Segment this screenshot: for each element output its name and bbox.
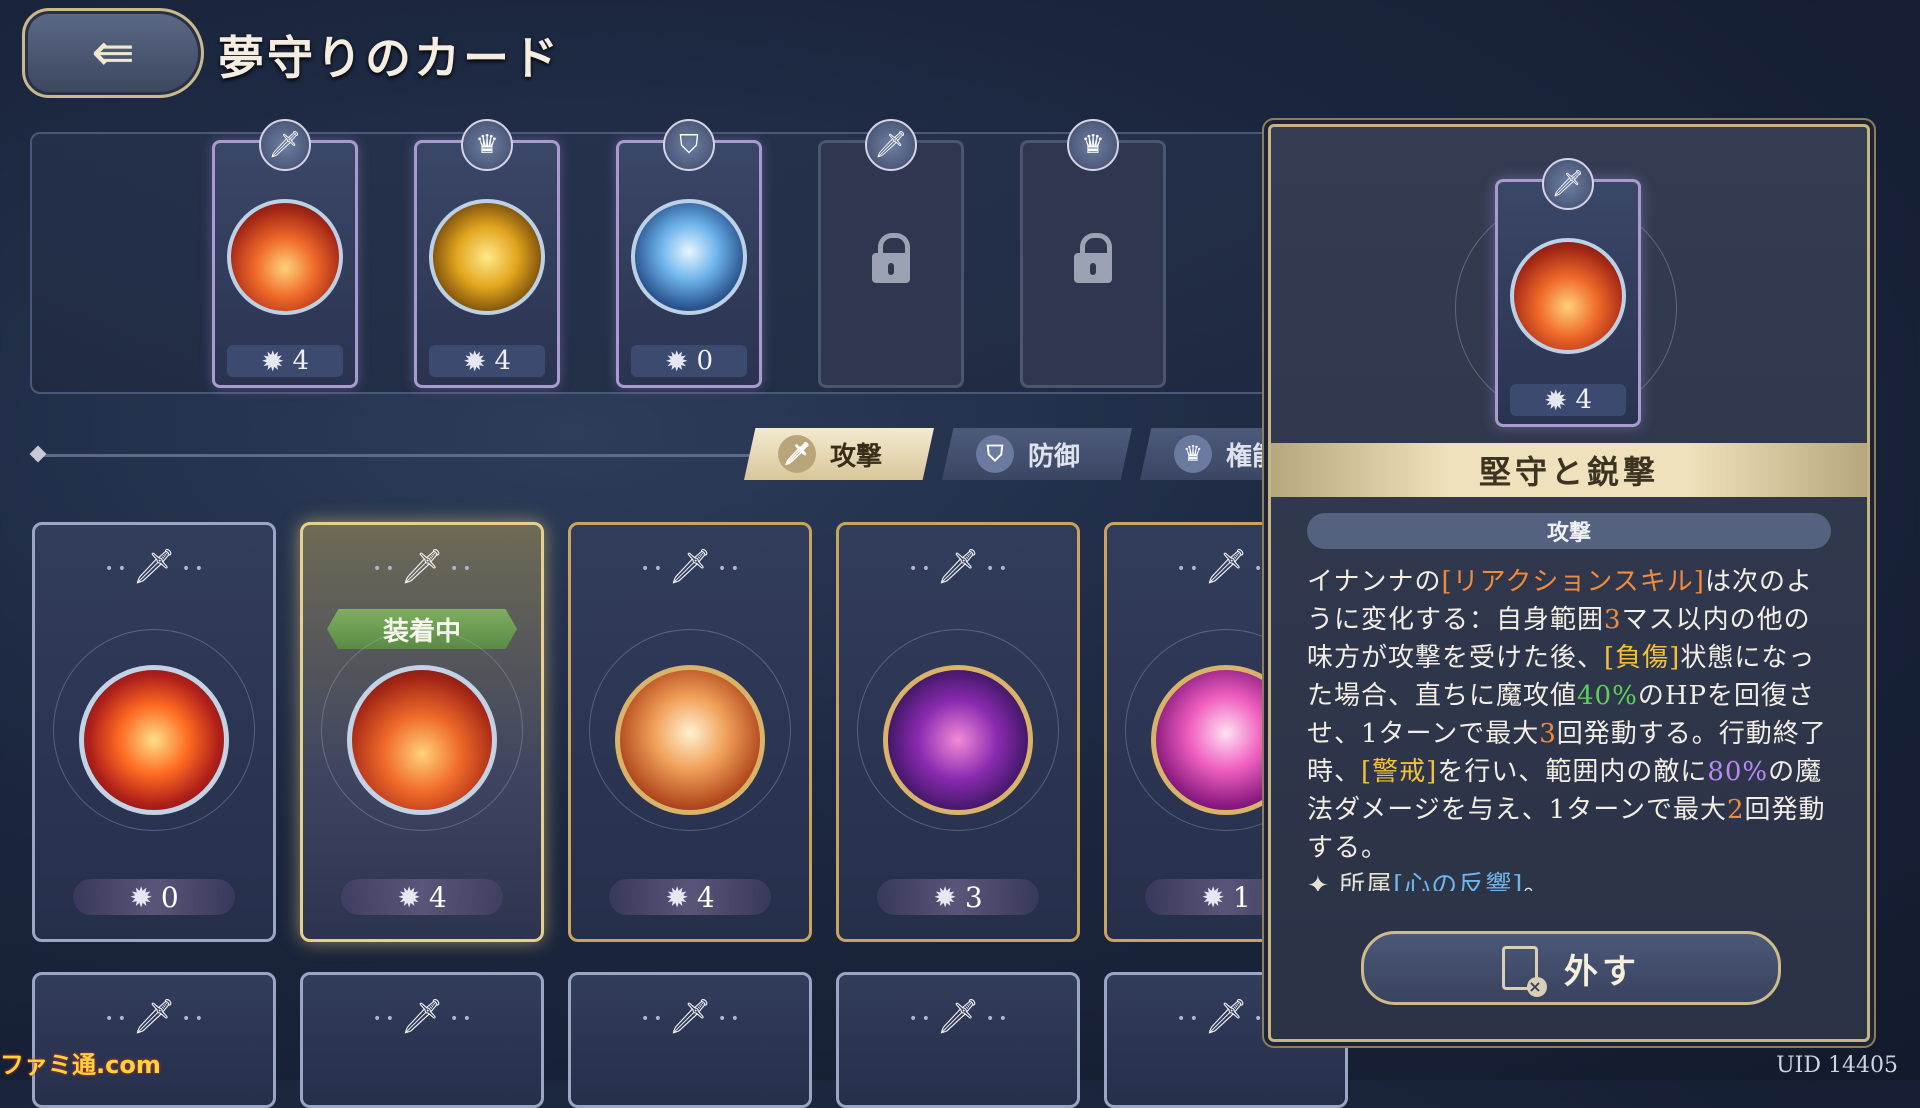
sword-icon: 🗡 xyxy=(865,119,917,171)
tab-defense[interactable]: ⛉ 防御 xyxy=(942,428,1132,480)
detail-card-preview: 🗡 ✹ 4 xyxy=(1495,158,1641,427)
description-segment: イナンナの xyxy=(1307,567,1442,597)
cost-icon: ✹ xyxy=(462,344,487,378)
sword-icon: 🗡 xyxy=(936,997,980,1037)
detail-cost: ✹ 4 xyxy=(1510,383,1626,417)
crown-icon: ♛ xyxy=(461,119,513,171)
tab-label: 攻撃 xyxy=(830,441,883,472)
description-segment: [警戒] xyxy=(1361,757,1438,787)
equipped-slot-3[interactable]: ⛉ ✹ 0 xyxy=(616,119,762,388)
shield-icon: ⛉ xyxy=(663,119,715,171)
locked-slot-5[interactable]: ♛ xyxy=(1020,119,1166,388)
description-segment: 2 xyxy=(1726,795,1745,825)
crown-icon: ♛ xyxy=(1174,435,1212,473)
card-description: イナンナの[リアクションスキル]は次のように変化する：自身範囲3マス以内の他の味… xyxy=(1307,563,1833,891)
sword-icon: 🗡 xyxy=(936,547,980,587)
tab-label: 防御 xyxy=(1028,441,1081,472)
description-segment: 80% xyxy=(1707,757,1769,787)
card-art-fire-flower xyxy=(347,665,497,815)
card-item-4[interactable]: • • • • 🗡 ✹ 3 xyxy=(836,522,1080,942)
tab-divider xyxy=(36,454,756,457)
card-item-8[interactable]: • • • • 🗡 xyxy=(568,972,812,1108)
sword-icon: 🗡 xyxy=(1542,158,1594,210)
cost-icon: ✹ xyxy=(397,880,421,914)
card-item-1[interactable]: • • • • 🗡 ✹ 0 xyxy=(32,522,276,942)
cost-icon: ✹ xyxy=(665,880,689,914)
card-cost: ✹ 3 xyxy=(877,879,1039,915)
card-art-ice-spikes xyxy=(631,199,747,315)
sword-icon: 🗡 xyxy=(668,997,712,1037)
description-segment: を行い、範囲内の敵に xyxy=(1437,757,1708,787)
affiliation: ✦ 所属[心の反響]。 xyxy=(1307,871,1551,891)
shield-icon: ⛉ xyxy=(976,435,1014,473)
card-art-flame xyxy=(79,665,229,815)
remove-label: 外す xyxy=(1564,951,1640,992)
card-art-fire-flower xyxy=(1510,238,1626,354)
slot-cost: ✹ 0 xyxy=(631,344,747,378)
description-segment: 40% xyxy=(1577,681,1638,711)
card-cost: ✹ 4 xyxy=(609,879,771,915)
lock-icon xyxy=(872,233,910,283)
card-type-label: 攻撃 xyxy=(1307,513,1831,549)
card-item-6[interactable]: • • • • 🗡 xyxy=(32,972,276,1108)
cost-icon: ✹ xyxy=(1543,383,1568,417)
card-art-gold-sword xyxy=(429,199,545,315)
card-art-fire-flower xyxy=(227,199,343,315)
card-cost: ✹ 0 xyxy=(73,879,235,915)
cost-icon: ✹ xyxy=(1201,880,1225,914)
watermark-logo: ファミ通.com xyxy=(0,1051,161,1079)
sword-icon: 🗡 xyxy=(668,547,712,587)
card-item-3[interactable]: • • • • 🗡 ✹ 4 xyxy=(568,522,812,942)
sword-icon: 🗡 xyxy=(259,119,311,171)
description-segment: 3 xyxy=(1539,719,1557,749)
equipped-slot-2[interactable]: ♛ ✹ 4 xyxy=(414,119,560,388)
description-segment: [負傷] xyxy=(1604,643,1681,673)
remove-button[interactable]: 外す xyxy=(1361,931,1781,1005)
description-segment: 3 xyxy=(1604,605,1622,635)
card-item-9[interactable]: • • • • 🗡 xyxy=(836,972,1080,1108)
unequip-icon xyxy=(1502,946,1547,997)
user-id: UID 14405 xyxy=(1776,1053,1898,1078)
cost-icon: ✹ xyxy=(933,880,957,914)
equipped-slot-1[interactable]: 🗡 ✹ 4 xyxy=(212,119,358,388)
sword-icon: 🗡 xyxy=(400,997,444,1037)
slot-cost: ✹ 4 xyxy=(429,344,545,378)
slot-cost: ✹ 4 xyxy=(227,344,343,378)
sword-icon: 🗡 xyxy=(1204,547,1248,587)
card-cost: ✹ 4 xyxy=(341,879,503,915)
lock-icon xyxy=(1074,233,1112,283)
locked-slot-4[interactable]: 🗡 xyxy=(818,119,964,388)
cost-icon: ✹ xyxy=(664,344,689,378)
sword-icon: 🗡 xyxy=(132,997,176,1037)
back-button[interactable]: ⇚ xyxy=(22,8,204,98)
card-item-2[interactable]: • • • • 🗡 装着中 ✹ 4 xyxy=(300,522,544,942)
crown-icon: ♛ xyxy=(1067,119,1119,171)
cost-icon: ✹ xyxy=(129,880,153,914)
card-item-7[interactable]: • • • • 🗡 xyxy=(300,972,544,1108)
tab-attack[interactable]: 🗡 攻撃 xyxy=(744,428,934,480)
cost-icon: ✹ xyxy=(260,344,285,378)
description-segment: [リアクションスキル] xyxy=(1441,567,1705,597)
card-art-dark-shield xyxy=(883,665,1033,815)
card-art-swirl xyxy=(615,665,765,815)
sword-icon: 🗡 xyxy=(132,547,176,587)
page-title: 夢守りのカード xyxy=(218,31,561,85)
card-detail-panel: 🗡 ✹ 4 堅守と鋭撃 攻撃 イナンナの[リアクションスキル]は次のように変化する… xyxy=(1268,124,1870,1042)
tab-divider-dot xyxy=(29,445,47,463)
card-name: 堅守と鋭撃 xyxy=(1271,443,1867,497)
back-arrow-icon: ⇚ xyxy=(91,23,135,83)
sword-icon: 🗡 xyxy=(778,435,816,473)
sword-icon: 🗡 xyxy=(400,547,444,587)
sword-icon: 🗡 xyxy=(1204,997,1248,1037)
